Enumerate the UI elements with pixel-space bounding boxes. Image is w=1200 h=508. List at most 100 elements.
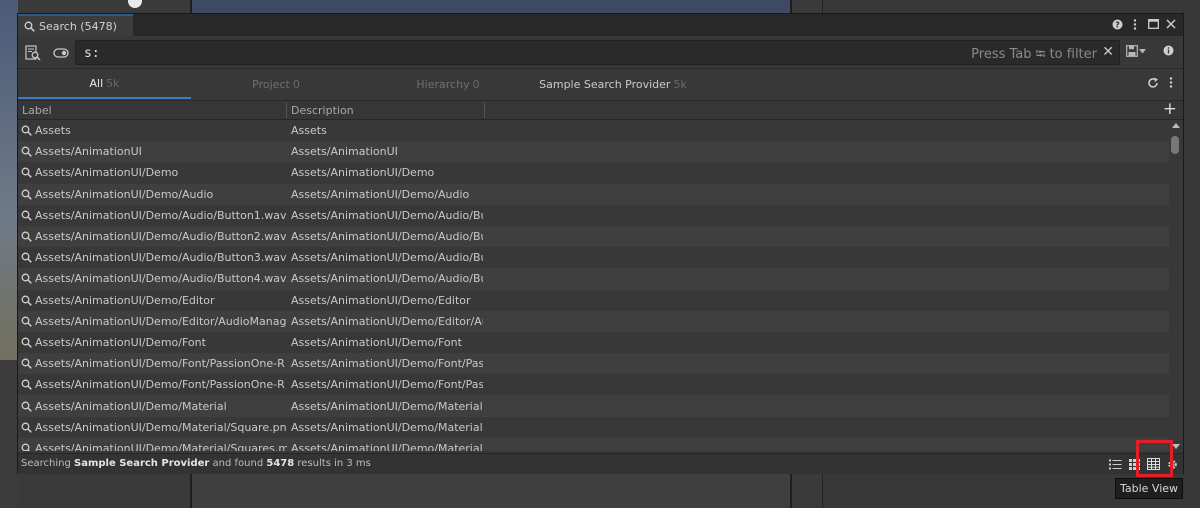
help-icon[interactable]: ? xyxy=(1111,17,1123,31)
row-description-cell: Assets/AnimationUI/Demo/Editor xyxy=(291,293,471,307)
table-row[interactable]: Assets/AnimationUI/Demo/Editor/AudioMana… xyxy=(18,310,1170,332)
status-count: 5478 xyxy=(266,458,295,469)
tab-label: Sample Search Provider xyxy=(539,78,671,91)
row-label-cell: Assets/AnimationUI/Demo/Editor/AudioMana… xyxy=(21,315,287,328)
row-label-cell: Assets/AnimationUI/Demo/Audio/Button2.wa… xyxy=(21,230,287,243)
svg-text:?: ? xyxy=(1115,20,1120,29)
search-icon xyxy=(21,125,32,136)
row-description-cell: Assets/AnimationUI/Demo xyxy=(291,166,435,180)
tab-count: 5k xyxy=(673,78,687,91)
save-icon xyxy=(1126,45,1138,57)
search-icon xyxy=(21,210,32,221)
row-label-text: Assets xyxy=(35,124,71,138)
more-vertical-icon[interactable] xyxy=(1129,17,1141,31)
refresh-icon[interactable] xyxy=(1147,77,1159,92)
row-label-text: Assets/AnimationUI/Demo/Audio/Button4.wa… xyxy=(35,272,287,286)
status-provider: Sample Search Provider xyxy=(74,458,210,469)
list-view-icon[interactable] xyxy=(1107,456,1124,472)
row-label-text: Assets/AnimationUI/Demo/Editor xyxy=(35,293,215,307)
row-label-cell: Assets/AnimationUI/Demo xyxy=(21,166,287,179)
table-row[interactable]: Assets/AnimationUI/Demo/Audio/Button4.wa… xyxy=(18,268,1170,290)
tab-sample-search-provider[interactable]: Sample Search Provider 5k xyxy=(528,70,698,99)
vertical-scrollbar[interactable] xyxy=(1169,120,1181,451)
table-row[interactable]: Assets/AnimationUI Assets/AnimationUI xyxy=(18,141,1170,163)
more-vertical-icon[interactable] xyxy=(1169,77,1173,92)
row-label-cell: Assets/AnimationUI/Demo/Font/PassionOne-… xyxy=(21,357,287,370)
scrollbar-thumb[interactable] xyxy=(1171,136,1179,154)
table-row[interactable]: Assets/AnimationUI/Demo/Font/PassionOne-… xyxy=(18,353,1170,375)
row-label-cell: Assets/AnimationUI/Demo/Audio/Button3.wa… xyxy=(21,251,287,264)
row-description-cell: Assets xyxy=(291,124,327,138)
row-description-cell: Assets/AnimationUI/Demo/Material xyxy=(291,420,483,434)
table-row[interactable]: Assets Assets xyxy=(18,120,1170,142)
highlight-frame xyxy=(1136,440,1173,477)
close-icon[interactable] xyxy=(1165,17,1177,31)
column-resize-handle[interactable] xyxy=(484,103,485,118)
row-label-text: Assets/AnimationUI/Demo/Editor/AudioMana… xyxy=(35,314,287,328)
scroll-down-arrow-icon[interactable] xyxy=(1172,444,1180,449)
tab-label: All xyxy=(89,77,104,90)
table-row[interactable]: Assets/AnimationUI/Demo/Editor Assets/Ani… xyxy=(18,289,1170,311)
row-label-cell: Assets/AnimationUI/Demo/Editor xyxy=(21,294,287,307)
row-description-cell: Assets/AnimationUI/Demo/Audio xyxy=(291,187,470,201)
search-icon xyxy=(21,358,32,369)
tab-hierarchy[interactable]: Hierarchy 0 xyxy=(363,70,533,99)
table-row[interactable]: Assets/AnimationUI/Demo/Font Assets/Anima… xyxy=(18,331,1170,354)
row-description-cell: Assets/AnimationUI/Demo/Audio/Bu xyxy=(291,230,483,244)
scene-view-top xyxy=(190,0,792,14)
row-label-cell: Assets/AnimationUI/Demo/Material xyxy=(21,400,287,413)
table-row[interactable]: Assets/AnimationUI/Demo/Material/Squares… xyxy=(18,437,1170,451)
column-resize-handle[interactable] xyxy=(286,103,287,118)
search-icon xyxy=(21,168,32,179)
query-builder-toggle-icon[interactable] xyxy=(52,44,70,62)
search-icon xyxy=(21,252,32,264)
scene-view-bottom xyxy=(190,470,792,508)
table-row[interactable]: Assets/AnimationUI/Demo/Audio/Button1.wa… xyxy=(18,204,1170,226)
add-column-icon[interactable]: + xyxy=(1163,99,1177,119)
tab-label: Hierarchy xyxy=(416,78,470,91)
row-label-text: Assets/AnimationUI/Demo/Audio/Button1.wa… xyxy=(35,208,287,222)
saved-searches-icon[interactable] xyxy=(24,44,42,62)
tooltip: Table View xyxy=(1115,478,1183,499)
tab-label: Project xyxy=(252,78,290,91)
tab-count: 0 xyxy=(472,78,480,91)
table-row[interactable]: Assets/AnimationUI/Demo/Material Assets/A… xyxy=(18,395,1170,417)
search-input[interactable] xyxy=(84,44,684,62)
table-row[interactable]: Assets/AnimationUI/Demo/Audio Assets/Anim… xyxy=(18,183,1170,205)
row-label-text: Assets/AnimationUI/Demo/Audio xyxy=(35,187,214,201)
tab-all[interactable]: All 5k xyxy=(18,70,191,99)
scene-object xyxy=(128,0,142,8)
panel-edge xyxy=(0,360,18,508)
results-table: Assets Assets Assets/AnimationUI Assets/Ani… xyxy=(18,120,1170,451)
column-header-label[interactable]: Label xyxy=(22,104,52,117)
scene-view-edge xyxy=(0,0,18,360)
table-row[interactable]: Assets/AnimationUI/Demo/Material/Square.… xyxy=(18,416,1170,438)
row-label-text: Assets/AnimationUI/Demo/Audio/Button3.wa… xyxy=(35,251,287,265)
tab-project[interactable]: Project 0 xyxy=(191,70,361,99)
clear-search-button[interactable]: ✕ xyxy=(1102,44,1114,60)
row-description-cell: Assets/AnimationUI/Demo/Material xyxy=(291,399,483,413)
row-label-cell: Assets xyxy=(21,124,287,137)
row-label-cell: Assets/AnimationUI/Demo/Audio xyxy=(21,188,287,201)
save-search-button[interactable] xyxy=(1126,45,1146,57)
row-description-cell: Assets/AnimationUI/Demo/Editor/Au xyxy=(291,314,483,328)
row-label-cell: Assets/AnimationUI/Demo/Material/Square.… xyxy=(21,421,287,434)
maximize-icon[interactable] xyxy=(1147,17,1159,31)
table-row[interactable]: Assets/AnimationUI/Demo/Audio/Button2.wa… xyxy=(18,225,1170,248)
row-label-cell: Assets/AnimationUI xyxy=(21,145,287,158)
row-label-cell: Assets/AnimationUI/Demo/Material/Squares… xyxy=(21,442,287,451)
scroll-up-arrow-icon[interactable] xyxy=(1172,123,1180,128)
column-header-description[interactable]: Description xyxy=(291,104,354,117)
table-row[interactable]: Assets/AnimationUI/Demo Assets/AnimationU… xyxy=(18,162,1170,184)
window-tab[interactable]: Search (5478) xyxy=(18,14,133,36)
search-icon xyxy=(21,401,32,412)
table-row[interactable]: Assets/AnimationUI/Demo/Font/PassionOne-… xyxy=(18,374,1170,396)
info-icon[interactable] xyxy=(1163,45,1174,59)
status-text: Searching Sample Search Provider and fou… xyxy=(21,458,371,469)
search-field[interactable]: Press Tab ⭾ to filter ✕ xyxy=(75,40,1120,65)
search-icon xyxy=(21,295,32,306)
tab-count: 5k xyxy=(106,77,120,90)
search-icon xyxy=(21,273,32,285)
search-icon xyxy=(24,21,35,32)
table-row[interactable]: Assets/AnimationUI/Demo/Audio/Button3.wa… xyxy=(18,247,1170,269)
